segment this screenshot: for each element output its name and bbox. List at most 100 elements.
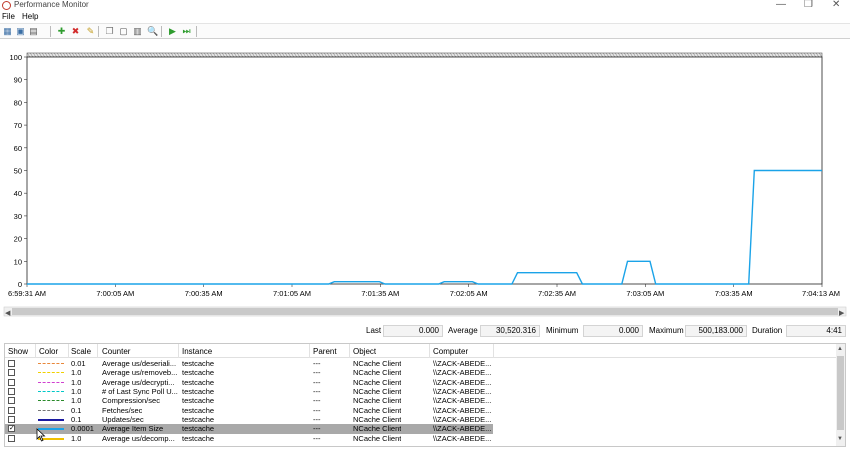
show-checkbox[interactable] xyxy=(8,388,15,396)
instance-cell: testcache xyxy=(182,396,215,406)
view-graph-icon[interactable]: ▦ xyxy=(2,26,13,37)
y-tick-label: 0 xyxy=(18,280,22,289)
color-swatch xyxy=(38,409,64,411)
restore-icon[interactable]: ❐ xyxy=(804,0,813,10)
counter-list-scrollbar[interactable]: ▲ ▼ xyxy=(836,344,845,446)
x-tick-label: 7:03:35 AM xyxy=(715,289,753,298)
x-tick-label: 7:02:05 AM xyxy=(450,289,488,298)
perfmon-app-icon xyxy=(2,1,11,10)
toolbar-separator xyxy=(98,26,99,37)
x-tick-label: 7:00:35 AM xyxy=(185,289,223,298)
counter-cell: Average us/decomp... xyxy=(102,433,175,443)
color-swatch xyxy=(38,419,64,422)
y-tick-label: 40 xyxy=(14,189,22,198)
show-checkbox[interactable] xyxy=(8,360,15,367)
delete-counter-icon[interactable]: ✖ xyxy=(70,26,81,37)
x-tick-label: 6:59:31 AM xyxy=(8,289,46,298)
stats-bar: Last 0.000 Average 30,520.316 Minimum 0.… xyxy=(0,323,850,339)
menu-file[interactable]: File xyxy=(2,12,15,21)
object-cell: NCache Client xyxy=(353,359,402,368)
object-cell: NCache Client xyxy=(353,424,402,434)
x-tick-label: 7:02:35 AM xyxy=(538,289,576,298)
show-checkbox[interactable] xyxy=(8,434,15,442)
scale-cell: 0.01 xyxy=(71,359,86,368)
show-checkbox[interactable] xyxy=(8,416,15,424)
column-instance[interactable]: Instance xyxy=(182,347,212,357)
highlight-icon[interactable]: ✎ xyxy=(85,26,96,37)
column-object[interactable]: Object xyxy=(353,347,376,357)
parent-cell: --- xyxy=(313,368,321,378)
counter-cell: Updates/sec xyxy=(102,415,144,425)
counter-row[interactable]: ✓ 0.0001 Average Item Size testcache --- NCac… xyxy=(5,424,493,434)
counter-row[interactable]: 1.0 Average us/decrypti... testcache --- NCa… xyxy=(5,378,493,387)
counter-row[interactable]: 1.0 Average us/decomp... testcache --- NCach… xyxy=(5,434,493,443)
show-checkbox[interactable] xyxy=(8,406,15,414)
y-tick-label: 70 xyxy=(14,121,22,130)
menu-help[interactable]: Help xyxy=(22,12,38,21)
scale-cell: 1.0 xyxy=(71,377,82,387)
x-tick-label: 7:04:13 AM xyxy=(802,289,840,298)
column-show[interactable]: Show xyxy=(8,347,28,357)
instance-cell: testcache xyxy=(182,424,215,434)
counter-cell: Average Item Size xyxy=(102,424,164,434)
counter-list-header: Show Color Scale Counter Instance Parent… xyxy=(5,344,845,358)
scroll-up-icon[interactable]: ▲ xyxy=(837,346,843,352)
counter-row[interactable]: 1.0 Average us/removeb... testcache --- NCac… xyxy=(5,368,493,377)
object-cell: NCache Client xyxy=(353,396,402,406)
parent-cell: --- xyxy=(313,415,321,425)
unfreeze-display-icon[interactable]: ▶ xyxy=(167,26,178,37)
counter-row[interactable]: 0.01 Average us/deseriali... testcache --- N… xyxy=(5,359,493,368)
paste-counter-list-icon[interactable]: ▢ xyxy=(118,26,129,37)
color-swatch xyxy=(38,400,64,402)
counter-cell: Compression/sec xyxy=(102,396,160,406)
column-color[interactable]: Color xyxy=(39,347,58,357)
change-graph-type-icon[interactable]: ▣ xyxy=(15,26,26,37)
column-counter[interactable]: Counter xyxy=(102,347,130,357)
properties-icon[interactable]: ▥ xyxy=(132,26,143,37)
computer-cell: \\ZACK-ABEDE... xyxy=(433,415,492,425)
counter-row[interactable]: 0.1 Updates/sec testcache --- NCache Client \… xyxy=(5,415,493,424)
minimum-value: 0.000 xyxy=(583,325,643,337)
instance-cell: testcache xyxy=(182,387,215,397)
change-graph-type-dropdown-icon[interactable]: ▤ xyxy=(28,26,39,37)
computer-cell: \\ZACK-ABEDE... xyxy=(433,377,492,387)
column-parent[interactable]: Parent xyxy=(313,347,337,357)
copy-properties-icon[interactable]: ❐ xyxy=(104,26,115,37)
show-checkbox[interactable]: ✓ xyxy=(8,425,15,433)
parent-cell: --- xyxy=(313,424,321,434)
show-checkbox[interactable] xyxy=(8,369,15,377)
close-icon[interactable]: ✕ xyxy=(832,0,840,10)
object-cell: NCache Client xyxy=(353,433,402,443)
add-counter-icon[interactable]: ✚ xyxy=(56,26,67,37)
counter-row[interactable]: 1.0 # of Last Sync Poll U... testcache --- N… xyxy=(5,387,493,396)
duration-label: Duration xyxy=(752,326,783,335)
instance-cell: testcache xyxy=(182,433,215,443)
scroll-thumb[interactable] xyxy=(837,356,844,430)
y-tick-label: 30 xyxy=(14,212,22,221)
graph-panel: 0 10 20 30 40 50 60 70 80 90 100 6:59:31 AM 7:00:05 … xyxy=(0,40,850,322)
scroll-right-icon: ▶ xyxy=(839,310,845,317)
minimize-icon[interactable]: — xyxy=(776,0,786,10)
instance-cell: testcache xyxy=(182,377,215,387)
parent-cell: --- xyxy=(313,377,321,387)
counter-row[interactable]: 1.0 Compression/sec testcache --- NCache Cli… xyxy=(5,396,493,405)
update-data-icon[interactable]: ⏭ xyxy=(181,26,192,37)
computer-cell: \\ZACK-ABEDE... xyxy=(433,433,492,443)
scroll-down-icon[interactable]: ▼ xyxy=(837,436,843,442)
show-checkbox[interactable] xyxy=(8,378,15,386)
column-computer[interactable]: Computer xyxy=(433,347,468,357)
show-checkbox[interactable] xyxy=(8,397,15,405)
y-tick-label: 20 xyxy=(14,235,22,244)
scale-cell: 1.0 xyxy=(71,368,82,378)
parent-cell: --- xyxy=(313,396,321,406)
scale-cell: 0.0001 xyxy=(71,424,94,434)
counter-cell: # of Last Sync Poll U... xyxy=(102,387,178,397)
instance-cell: testcache xyxy=(182,405,215,415)
y-tick-label: 90 xyxy=(14,76,22,85)
toolbar-separator xyxy=(161,26,162,37)
scale-cell: 0.1 xyxy=(71,405,82,415)
column-scale[interactable]: Scale xyxy=(71,347,91,357)
counter-row[interactable]: 0.1 Fetches/sec testcache --- NCache Client \… xyxy=(5,406,493,415)
zoom-icon[interactable]: 🔍 xyxy=(147,26,158,37)
counter-cell: Average us/deseriali... xyxy=(102,359,177,368)
